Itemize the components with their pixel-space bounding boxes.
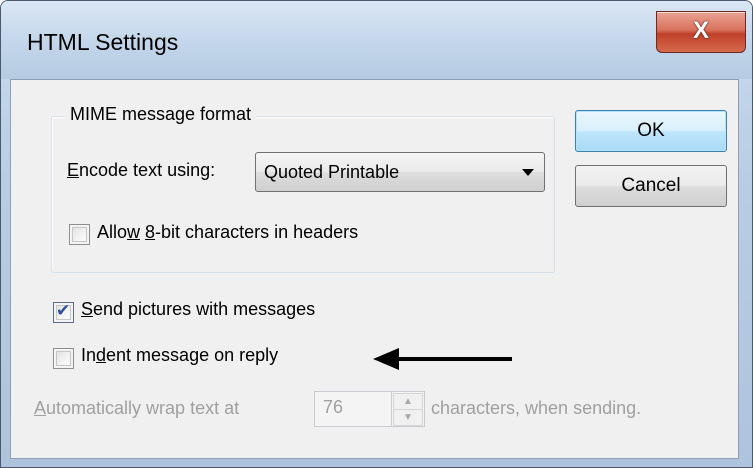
- mime-group-label: MIME message format: [65, 104, 257, 125]
- encode-label-accel: E: [67, 160, 80, 180]
- wrap-suffix-label: characters, when sending.: [431, 398, 642, 418]
- send-pictures-label-text: end pictures with messages: [93, 299, 316, 319]
- window-title: HTML Settings: [27, 29, 179, 55]
- allow-8bit-accel-2: 8: [145, 222, 156, 242]
- spin-down-icon: ▼: [403, 411, 413, 423]
- send-pictures-checkbox[interactable]: ✔: [53, 301, 74, 323]
- encode-label: Encode text using:: [67, 160, 215, 181]
- spin-down-button[interactable]: ▼: [393, 409, 423, 426]
- ok-button-label: OK: [637, 120, 665, 141]
- html-settings-dialog: HTML Settings X MIME message format Enco…: [0, 0, 753, 468]
- spin-up-icon: ▲: [403, 395, 413, 407]
- ok-button[interactable]: OK: [575, 110, 727, 152]
- allow-8bit-label[interactable]: Allow 8-bit characters in headers: [97, 222, 358, 243]
- allow-8bit-label-rest: -bit characters in headers: [155, 222, 359, 242]
- mime-groupbox: [51, 116, 555, 273]
- cancel-button-label: Cancel: [621, 175, 681, 196]
- dialog-body: MIME message format Encode text using: Q…: [10, 79, 739, 459]
- allow-8bit-checkbox[interactable]: [69, 224, 90, 245]
- allow-8bit-accel: w: [127, 222, 141, 242]
- chevron-down-icon: [522, 169, 534, 176]
- spin-up-button[interactable]: ▲: [393, 393, 423, 410]
- title-bar: HTML Settings X: [1, 1, 752, 79]
- wrap-label-text: utomatically wrap text at: [46, 398, 240, 418]
- close-button[interactable]: X: [656, 11, 746, 53]
- wrap-width-value: 76: [323, 397, 344, 417]
- encode-dropdown-value: Quoted Printable: [264, 162, 400, 182]
- checkmark-icon: ✔: [56, 301, 71, 320]
- indent-reply-label[interactable]: Indent message on reply: [81, 345, 278, 366]
- annotation-arrow-line: [396, 357, 512, 361]
- send-pictures-label[interactable]: Send pictures with messages: [81, 299, 315, 320]
- wrap-label: Automatically wrap text at: [34, 398, 239, 419]
- cancel-button[interactable]: Cancel: [575, 165, 727, 207]
- indent-reply-checkbox[interactable]: [53, 348, 74, 369]
- close-icon: X: [692, 17, 709, 44]
- send-pictures-accel: S: [81, 299, 94, 319]
- indent-accel: d: [96, 345, 107, 365]
- allow-8bit-label-part: Allo: [97, 222, 128, 242]
- encode-dropdown[interactable]: Quoted Printable: [255, 152, 545, 192]
- wrap-width-spinner: ▲ ▼: [391, 391, 425, 427]
- encode-label-text: ncode text using:: [79, 160, 216, 180]
- indent-label-rest: ent message on reply: [106, 345, 279, 365]
- wrap-width-input[interactable]: 76: [314, 391, 392, 427]
- indent-label-part: In: [81, 345, 97, 365]
- wrap-label-accel: A: [34, 398, 47, 418]
